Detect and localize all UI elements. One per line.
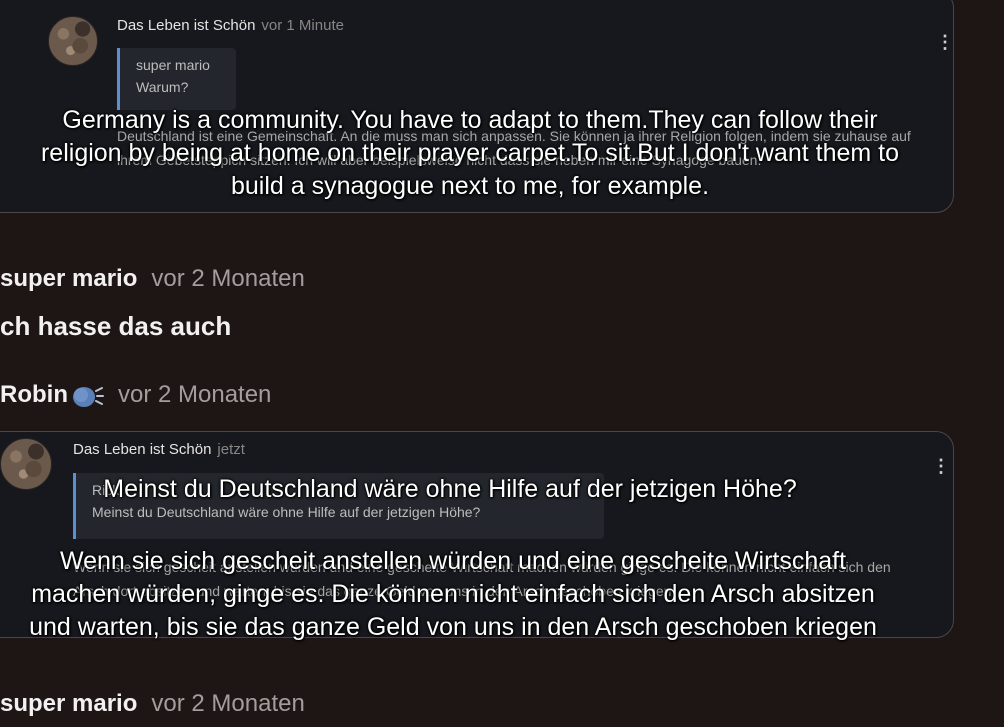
comment-header: super mario vor 2 Monaten [0, 265, 305, 293]
timestamp: vor 1 Minute [261, 17, 344, 34]
comment-text: ch hasse das auch [0, 311, 232, 341]
comment-author-name[interactable]: super mario [0, 690, 137, 717]
quoted-reply: super mario Warum? [117, 48, 236, 110]
timestamp: jetzt [217, 441, 245, 458]
more-options-icon[interactable]: ⋮ [932, 456, 950, 476]
author-name[interactable]: Das Leben ist Schön [73, 441, 211, 458]
card-author: Das Leben ist Schön vor 1 Minute [117, 17, 344, 34]
subtitle-overlay: Germany is a community. You have to adap… [40, 106, 900, 200]
subtitle-overlay-top: Meinst du Deutschland wäre ohne Hilfe au… [103, 475, 797, 503]
subtitle-overlay: Wenn sie sich gescheit anstellen würden … [29, 547, 877, 641]
comment-timestamp: vor 2 Monaten [151, 690, 305, 717]
comment-header: Robin vor 2 Monaten [0, 381, 271, 409]
more-options-icon[interactable]: ⋮ [936, 32, 954, 52]
comment-header: super mario vor 2 Monaten [0, 690, 305, 718]
comment-author-name[interactable]: super mario [0, 265, 137, 292]
card-author: Das Leben ist Schön jetzt [73, 441, 245, 458]
avatar[interactable] [48, 16, 98, 66]
author-name[interactable]: Das Leben ist Schön [117, 17, 255, 34]
quote-author: super mario [136, 57, 210, 73]
comment-timestamp: vor 2 Monaten [151, 265, 305, 292]
comment-author-name[interactable]: Robin [0, 381, 68, 408]
quote-text: Warum? [136, 79, 189, 95]
speaking-head-icon [72, 386, 104, 407]
comment-timestamp: vor 2 Monaten [117, 381, 272, 408]
